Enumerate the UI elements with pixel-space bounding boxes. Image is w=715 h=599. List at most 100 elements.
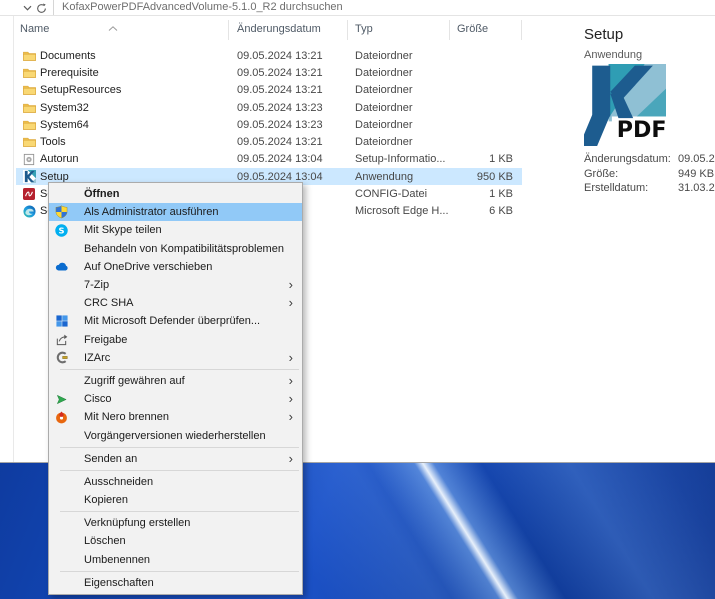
menu-item-label: Verknüpfung erstellen (84, 517, 190, 529)
file-type: CONFIG-Datei (355, 188, 427, 200)
menu-item[interactable]: S Mit Skype teilen (49, 221, 302, 239)
logo-pdf-text: PDF (617, 117, 666, 143)
file-name: System64 (40, 119, 89, 131)
search-box-divider (53, 0, 54, 15)
submenu-arrow-icon: › (289, 409, 293, 424)
menu-item[interactable]: Als Administrator ausführen (49, 203, 302, 221)
menu-item-label: Umbenennen (84, 554, 150, 566)
uac-shield-icon (54, 205, 69, 220)
preview-details: Änderungsdatum:09.05.202Größe:949 KBErst… (584, 152, 715, 196)
column-separator (521, 20, 522, 40)
file-date: 09.05.2024 13:21 (237, 84, 323, 96)
column-header-date[interactable]: Änderungsdatum (237, 16, 321, 42)
folder-icon (22, 135, 36, 149)
menu-item-label: Cisco (84, 393, 112, 405)
submenu-arrow-icon: › (289, 277, 293, 292)
menu-item-label: IZArc (84, 352, 110, 364)
file-date: 09.05.2024 13:23 (237, 119, 323, 131)
file-size: 950 KB (440, 171, 513, 183)
file-type: Dateiordner (355, 136, 412, 148)
column-header-type[interactable]: Typ (355, 16, 373, 42)
menu-item-label: Mit Skype teilen (84, 224, 162, 236)
menu-item[interactable]: CRC SHA › (49, 294, 302, 312)
menu-item[interactable]: Mit Nero brennen › (49, 408, 302, 426)
submenu-arrow-icon: › (289, 295, 293, 310)
menu-item[interactable]: Öffnen (49, 185, 302, 203)
file-name: Prerequisite (40, 67, 99, 79)
file-type: Dateiordner (355, 50, 412, 62)
file-date: 09.05.2024 13:21 (237, 67, 323, 79)
menu-item-label: Eigenschaften (84, 577, 154, 589)
menu-item[interactable]: Vorgängerversionen wiederherstellen (49, 426, 302, 444)
file-name: System32 (40, 102, 89, 114)
menu-item[interactable]: Verknüpfung erstellen (49, 514, 302, 532)
menu-item-label: Behandeln von Kompatibilitätsproblemen (84, 243, 284, 255)
menu-item[interactable]: Behandeln von Kompatibilitätsproblemen (49, 240, 302, 258)
file-row[interactable]: Prerequisite 09.05.2024 13:21 Dateiordner (16, 64, 522, 81)
folder-icon (22, 49, 36, 63)
menu-item[interactable]: 7-Zip› (49, 276, 302, 294)
menu-item[interactable]: Senden an › (49, 450, 302, 468)
folder-icon (22, 66, 36, 80)
menu-item[interactable]: Freigabe (49, 331, 302, 349)
file-date: 09.05.2024 13:21 (237, 136, 323, 148)
menu-item[interactable]: Eigenschaften (49, 574, 302, 592)
explorer-topbar: KofaxPowerPDFAdvancedVolume-5.1.0_R2 dur… (0, 0, 715, 16)
column-header-size[interactable]: Größe (457, 16, 488, 42)
menu-item-label: Als Administrator ausführen (84, 206, 219, 218)
menu-item[interactable]: Cisco› (49, 390, 302, 408)
menu-item[interactable]: IZArc› (49, 349, 302, 367)
cisco-icon (54, 392, 69, 407)
menu-item-label: Kopieren (84, 494, 128, 506)
menu-item[interactable]: Ausschneiden (49, 473, 302, 491)
file-size: 1 KB (440, 153, 513, 165)
menu-item[interactable]: Mit Microsoft Defender überprüfen... (49, 312, 302, 330)
menu-item-label: Mit Nero brennen (84, 411, 169, 423)
file-row[interactable]: System6409.05.2024 13:23Dateiordner (16, 116, 522, 133)
column-separator (228, 20, 229, 40)
menu-item[interactable]: Löschen (49, 532, 302, 550)
file-name: Documents (40, 50, 96, 62)
file-name: SetupResources (40, 84, 121, 96)
menu-item-label: Löschen (84, 535, 126, 547)
preview-detail-label: Änderungsdatum: (584, 152, 671, 167)
file-type: Dateiordner (355, 67, 412, 79)
menu-item[interactable]: Umbenennen (49, 551, 302, 569)
svg-text:S: S (58, 226, 64, 236)
file-row[interactable]: Documents 09.05.2024 13:21 Dateiordner (16, 47, 522, 64)
menu-item[interactable]: Zugriff gewähren auf› (49, 372, 302, 390)
submenu-arrow-icon: › (289, 373, 293, 388)
menu-item-label: Ausschneiden (84, 476, 153, 488)
file-row[interactable]: Autorun09.05.2024 13:04Setup-Informatio.… (16, 151, 522, 168)
search-input[interactable]: KofaxPowerPDFAdvancedVolume-5.1.0_R2 dur… (62, 0, 343, 16)
column-separator (347, 20, 348, 40)
submenu-arrow-icon: › (289, 451, 293, 466)
file-name: Tools (40, 136, 66, 148)
kpdf-logo-icon: PDF (584, 64, 666, 146)
file-row[interactable]: Tools 09.05.2024 13:21 Dateiordner (16, 133, 522, 150)
file-row[interactable]: System3209.05.2024 13:23Dateiordner (16, 99, 522, 116)
refresh-icon[interactable] (35, 2, 47, 14)
file-row[interactable]: SetupResources09.05.2024 13:21Dateiordne… (16, 82, 522, 99)
menu-item-label: Auf OneDrive verschieben (84, 261, 212, 273)
menu-item-label: CRC SHA (84, 297, 134, 309)
preview-detail-value: 09.05.202 (678, 152, 715, 167)
menu-separator (60, 447, 299, 448)
config-icon (22, 187, 36, 201)
chevron-down-icon[interactable] (21, 2, 33, 14)
menu-item-label: Senden an (84, 453, 137, 465)
column-header-name[interactable]: Name (20, 16, 49, 42)
menu-item[interactable]: Kopieren (49, 491, 302, 509)
file-name: Setup (40, 171, 69, 183)
file-date: 09.05.2024 13:04 (237, 171, 323, 183)
skype-icon: S (54, 223, 69, 238)
preview-detail-row: Änderungsdatum: 09.05.202 (584, 152, 715, 167)
kpdf-icon (22, 170, 36, 184)
menu-separator (60, 470, 299, 471)
preview-detail-label: Größe: (584, 167, 618, 182)
edge-icon (22, 204, 36, 218)
menu-item[interactable]: Auf OneDrive verschieben (49, 258, 302, 276)
nero-icon (54, 410, 69, 425)
file-date: 09.05.2024 13:21 (237, 50, 323, 62)
file-date: 09.05.2024 13:04 (237, 153, 323, 165)
